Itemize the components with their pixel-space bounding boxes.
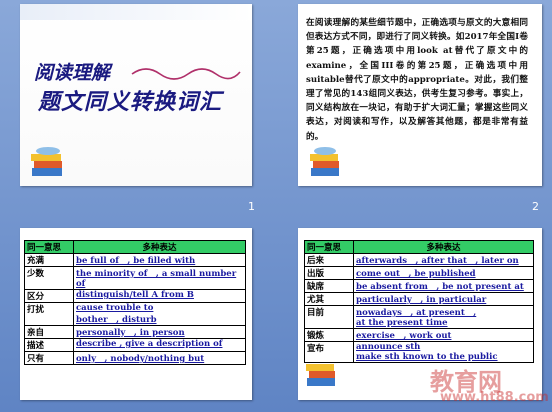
expression-line: be absent from , be not present at: [356, 282, 524, 292]
expressions-cell: distinguish/tell A from B: [73, 289, 246, 303]
expression-line: only , nobody/nothing but: [76, 354, 205, 364]
table-row: 缺席 be absent from , be not present at: [304, 279, 534, 293]
meaning-cell: 打扰: [24, 302, 74, 326]
expressions-cell: announce sth make sth known to the public: [353, 341, 534, 363]
meaning-cell: 尤其: [304, 292, 354, 306]
meaning-cell: 只有: [24, 351, 74, 365]
slide-thumbnail-2[interactable]: 在阅读理解的某些细节题中，正确选项与原文的大意相同但表达方式不同，即进行了同义转…: [298, 4, 542, 186]
table-row: 后来 afterwards , after that , later on: [304, 253, 534, 267]
meaning-cell: 充满: [24, 253, 74, 267]
expression-line: be full of , be filled with: [76, 256, 196, 266]
books-stack-icon: [310, 147, 339, 176]
slide-paragraph: 在阅读理解的某些细节题中，正确选项与原文的大意相同但表达方式不同，即进行了同义转…: [306, 18, 528, 142]
meaning-cell: 目前: [304, 305, 354, 329]
expression-line: distinguish/tell A from B: [76, 290, 194, 300]
table-row: 充满 be full of , be filled with: [24, 253, 246, 267]
table-header-meaning: 同一意思: [304, 240, 354, 254]
table-row: 打扰 cause trouble to bother , disturb: [24, 302, 246, 326]
slide-thumbnail-1[interactable]: 阅读理解 题文同义转换词汇: [20, 4, 252, 186]
expression-line: personally , in person: [76, 328, 185, 338]
table-row: 少数 the minority of , a small number of: [24, 266, 246, 290]
meaning-cell: 亲自: [24, 325, 74, 339]
synonym-table: 同一意思 多种表达 充满 be full of , be filled with 少…: [24, 240, 246, 365]
table-row: 锻炼 exercise , work out: [304, 328, 534, 342]
expressions-cell: be absent from , be not present at: [353, 279, 534, 293]
expression-line: exercise , work out: [356, 331, 452, 341]
expression-line: particularly , in particular: [356, 295, 487, 305]
expressions-cell: describe , give a description of: [73, 338, 246, 352]
meaning-cell: 出版: [304, 266, 354, 280]
table-header-expressions: 多种表达: [73, 240, 246, 254]
expressions-cell: be full of , be filled with: [73, 253, 246, 267]
table-header-meaning: 同一意思: [24, 240, 74, 254]
table-row: 尤其 particularly , in particular: [304, 292, 534, 306]
meaning-cell: 少数: [24, 266, 74, 290]
table-row: 区分 distinguish/tell A from B: [24, 289, 246, 303]
expressions-cell: only , nobody/nothing but: [73, 351, 246, 365]
meaning-cell: 缺席: [304, 279, 354, 293]
slide-title: 阅读理解: [34, 62, 111, 84]
books-stack-icon: [306, 364, 335, 386]
expressions-cell: particularly , in particular: [353, 292, 534, 306]
table-row: 目前 nowadays , at present , at the present …: [304, 305, 534, 329]
expression-line: the minority of , a small number of: [76, 269, 237, 289]
expression-line: nowadays , at present ,: [356, 308, 477, 318]
expressions-cell: nowadays , at present , at the present ti…: [353, 305, 534, 329]
expressions-cell: afterwards , after that , later on: [353, 253, 534, 267]
expression-line: come out , be published: [356, 269, 476, 279]
expression-line: announce sth: [356, 342, 421, 352]
slide-number-2: 2: [532, 200, 539, 213]
expression-line: afterwards , after that , later on: [356, 256, 519, 266]
slide-header-band: [20, 4, 252, 20]
table-row: 只有 only , nobody/nothing but: [24, 351, 246, 365]
books-stack-icon: [31, 147, 62, 176]
expressions-cell: the minority of , a small number of: [73, 266, 246, 290]
meaning-cell: 锻炼: [304, 328, 354, 342]
expression-line: cause trouble to: [76, 303, 154, 313]
slide-subtitle: 题文同义转换词汇: [38, 90, 223, 115]
expressions-cell: cause trouble to bother , disturb: [73, 302, 246, 326]
synonym-table: 同一意思 多种表达 后来 afterwards , after that , la…: [304, 240, 534, 363]
expressions-cell: exercise , work out: [353, 328, 534, 342]
table-row: 描述 describe , give a description of: [24, 338, 246, 352]
table-row: 亲自 personally , in person: [24, 325, 246, 339]
expression-line: at the present time: [356, 318, 448, 328]
expression-line: make sth known to the public: [356, 352, 498, 362]
decorative-wave-icon: [131, 68, 241, 80]
expression-line: bother , disturb: [76, 315, 157, 325]
slide-number-1: 1: [248, 200, 255, 213]
expression-line: describe , give a description of: [76, 339, 223, 349]
meaning-cell: 描述: [24, 338, 74, 352]
expressions-cell: come out , be published: [353, 266, 534, 280]
slide-thumbnail-4[interactable]: 同一意思 多种表达 后来 afterwards , after that , la…: [298, 228, 542, 400]
watermark-url: www.ht88.com: [440, 390, 549, 405]
slide-thumbnail-3[interactable]: 同一意思 多种表达 充满 be full of , be filled with 少…: [20, 228, 252, 400]
expressions-cell: personally , in person: [73, 325, 246, 339]
meaning-cell: 区分: [24, 289, 74, 303]
table-header-expressions: 多种表达: [353, 240, 534, 254]
table-row: 出版 come out , be published: [304, 266, 534, 280]
meaning-cell: 后来: [304, 253, 354, 267]
